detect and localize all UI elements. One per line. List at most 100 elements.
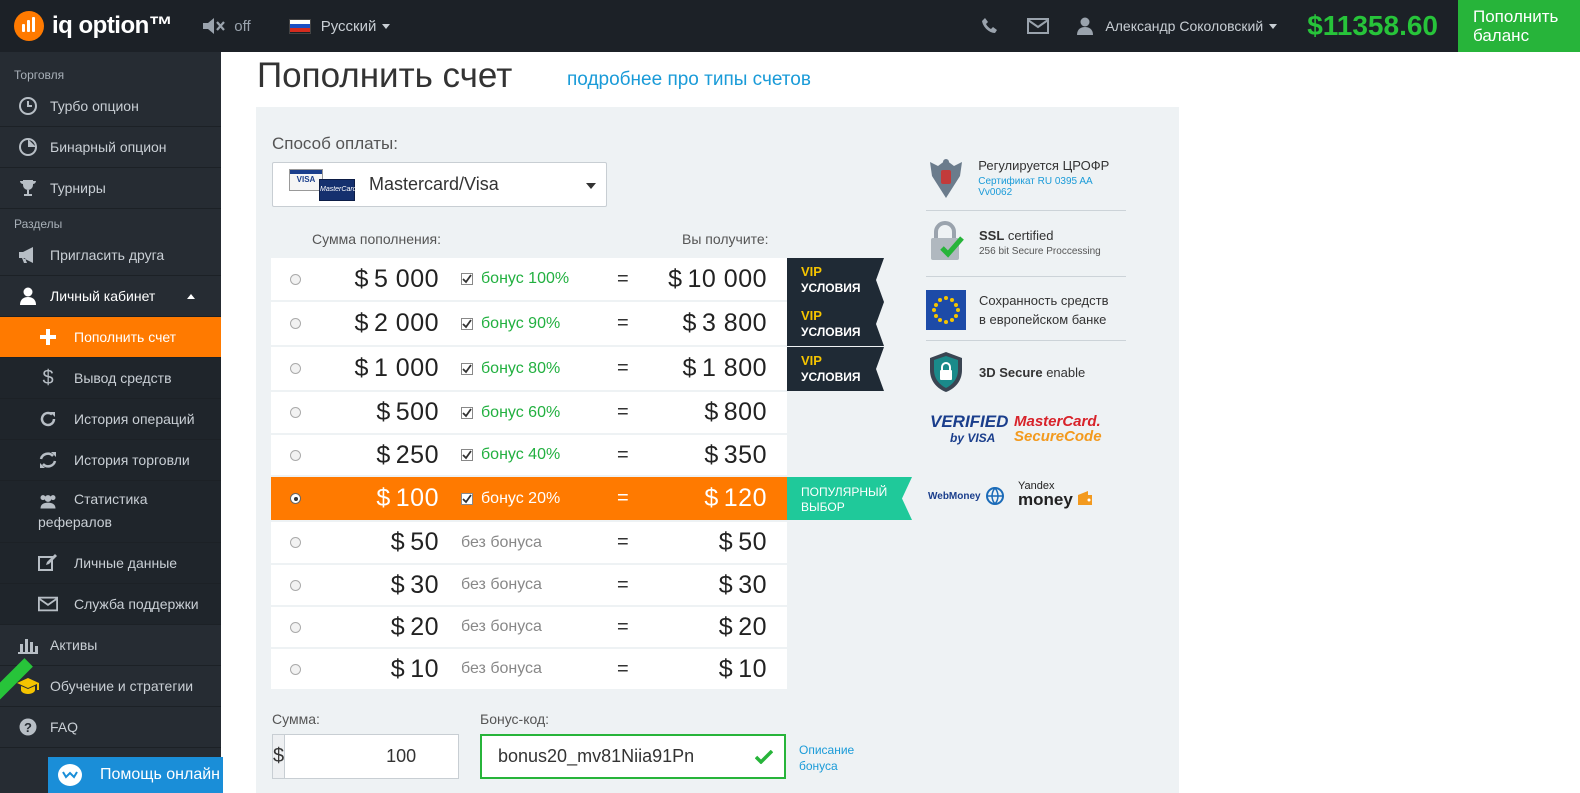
amount-radio[interactable] bbox=[290, 273, 301, 285]
phone-icon[interactable] bbox=[981, 17, 999, 35]
divider bbox=[926, 210, 1126, 211]
amount-radio[interactable] bbox=[290, 579, 301, 591]
language-selector[interactable]: Русский bbox=[288, 17, 391, 35]
amount-value: $5 000 bbox=[354, 264, 439, 293]
receive-value: $800 bbox=[704, 398, 767, 426]
amount-row[interactable]: $30 без бонуса = $30 bbox=[271, 565, 787, 605]
refresh-icon bbox=[38, 409, 58, 429]
sidebar-item-label: Турниры bbox=[50, 180, 106, 196]
payment-method-label: Способ оплаты: bbox=[272, 134, 398, 153]
bonus-checkbox[interactable] bbox=[461, 273, 473, 285]
ssl-title: SSL bbox=[979, 227, 1005, 243]
svg-text:ПОПУЛЯРНЫЙ: ПОПУЛЯРНЫЙ bbox=[801, 484, 887, 499]
language-label: Русский bbox=[320, 17, 377, 35]
amount-row-selected[interactable]: $100 бонус 20% = $120 ПОПУЛЯРНЫЙ ВЫБОР bbox=[271, 477, 912, 520]
amount-value: $10 bbox=[390, 654, 439, 683]
amount-row[interactable]: $500 бонус 60% = $800 bbox=[271, 392, 787, 433]
chevron-down-icon bbox=[586, 183, 596, 189]
amount-radio[interactable] bbox=[290, 537, 301, 548]
plus-icon bbox=[38, 327, 58, 347]
amount-radio[interactable] bbox=[290, 449, 301, 461]
sidebar-item-deposit[interactable]: Пополнить счет bbox=[0, 317, 221, 358]
bonus-label: бонус 40% bbox=[481, 446, 561, 463]
svg-text:VIP: VIP bbox=[801, 308, 822, 323]
sync-icon bbox=[38, 450, 58, 470]
chevron-down-icon bbox=[382, 23, 391, 29]
amount-value: $100 bbox=[376, 484, 439, 512]
3d-secure-title: 3D Secure bbox=[979, 364, 1043, 380]
wallet-icon bbox=[1077, 491, 1092, 505]
sidebar-item-label: Обучение и стратегии bbox=[50, 678, 194, 694]
sidebar-item-binary[interactable]: Бинарный опцион bbox=[0, 127, 221, 168]
vip-conditions-tag[interactable]: VIP УСЛОВИЯ bbox=[787, 347, 884, 391]
amount-value: $2 000 bbox=[354, 309, 439, 337]
amount-radio[interactable] bbox=[290, 318, 301, 329]
svg-text:VIP: VIP bbox=[801, 264, 822, 279]
top-bar: iq option™ off Русский Александр Соколов… bbox=[0, 0, 1580, 52]
sidebar-item-label: История торговли bbox=[74, 452, 190, 468]
ssl-badge: SSL certified 256 bit Secure Proccessing bbox=[926, 220, 1101, 264]
bonus-checkbox[interactable] bbox=[461, 449, 473, 461]
amount-radio[interactable] bbox=[290, 407, 301, 418]
regulation-org: ЦРОФР bbox=[1062, 158, 1110, 173]
help-online-button[interactable]: Помощь онлайн bbox=[48, 757, 223, 793]
amount-radio[interactable] bbox=[290, 621, 301, 633]
megaphone-icon bbox=[14, 245, 42, 265]
top-deposit-button[interactable]: Пополнить баланс bbox=[1458, 0, 1580, 52]
amount-row[interactable]: $2 000 бонус 90% = $3 800 VIP УСЛОВИЯ bbox=[271, 302, 884, 346]
bonus-checkbox[interactable] bbox=[461, 406, 473, 419]
bonus-label: бонус 90% bbox=[481, 314, 561, 332]
amount-row[interactable]: $5 000 бонус 100% = $10 000 VIP УСЛОВИЯ bbox=[271, 258, 884, 302]
bonus-label: без бонуса bbox=[461, 576, 542, 593]
question-icon: ? bbox=[14, 717, 42, 737]
sidebar-item-faq[interactable]: ? FAQ bbox=[0, 707, 221, 748]
amount-row[interactable]: $10 без бонуса = $10 bbox=[271, 649, 787, 689]
equals-sign: = bbox=[617, 487, 629, 509]
receive-value: $30 bbox=[718, 570, 767, 599]
sidebar-item-personal[interactable]: Личные данные bbox=[0, 543, 221, 584]
user-icon bbox=[14, 286, 42, 306]
amount-radio[interactable] bbox=[290, 493, 301, 504]
sidebar-item-tournaments[interactable]: Турниры bbox=[0, 168, 221, 209]
sidebar-item-education[interactable]: Обучение и стратегии bbox=[0, 658, 221, 707]
bonus-checkbox[interactable] bbox=[461, 492, 473, 505]
sidebar-item-label: Вывод средств bbox=[74, 370, 172, 386]
sidebar-item-turbo[interactable]: Турбо опцион bbox=[0, 86, 221, 127]
sidebar-item-withdraw[interactable]: $ Вывод средств bbox=[0, 358, 221, 399]
account-types-link[interactable]: подробнее про типы счетов bbox=[567, 69, 811, 91]
sidebar-item-support[interactable]: Служба поддержки bbox=[0, 584, 221, 625]
bonus-checkbox[interactable] bbox=[461, 317, 473, 330]
amount-radio[interactable] bbox=[290, 663, 301, 675]
user-menu[interactable]: Александр Соколовский bbox=[1077, 17, 1278, 35]
vip-conditions-tag[interactable]: VIP УСЛОВИЯ bbox=[787, 302, 884, 346]
amount-row[interactable]: $20 без бонуса = $20 bbox=[271, 607, 787, 647]
chevron-up-icon bbox=[187, 294, 195, 299]
regulation-certificate[interactable]: Сертификат RU 0395 AA Vv0062 bbox=[978, 176, 1126, 198]
vip-conditions-tag[interactable]: VIP УСЛОВИЯ bbox=[787, 258, 884, 302]
svg-text:?: ? bbox=[24, 720, 32, 735]
bonus-checkbox[interactable] bbox=[461, 362, 473, 375]
amount-row[interactable]: $250 бонус 40% = $350 bbox=[271, 435, 787, 475]
amount-radio[interactable] bbox=[290, 363, 301, 374]
payment-method-select[interactable]: VISA MasterCard Mastercard/Visa bbox=[272, 162, 607, 207]
logo[interactable]: iq option™ bbox=[14, 11, 173, 41]
sum-currency: $ bbox=[273, 735, 286, 778]
equals-sign: = bbox=[617, 312, 629, 334]
sidebar-item-history-trade[interactable]: История торговли bbox=[0, 440, 221, 481]
sound-toggle[interactable]: off bbox=[202, 17, 251, 35]
bonus-description-link[interactable]: Описание бонуса bbox=[799, 742, 869, 774]
sidebar-item-history-ops[interactable]: История операций bbox=[0, 399, 221, 440]
equals-sign: = bbox=[617, 657, 629, 680]
visa-card-icon: VISA bbox=[289, 168, 323, 191]
amount-row[interactable]: $50 без бонуса = $50 bbox=[271, 522, 787, 563]
payment-method-value: Mastercard/Visa bbox=[369, 174, 499, 194]
sidebar-item-invite[interactable]: Пригласить друга bbox=[0, 235, 221, 276]
amount-row[interactable]: $1 000 бонус 80% = $1 800 VIP УСЛОВИЯ bbox=[271, 347, 884, 391]
sidebar-item-referrals[interactable]: Статистика рефералов bbox=[0, 481, 221, 543]
sidebar-item-cabinet[interactable]: Личный кабинет bbox=[0, 276, 221, 317]
sidebar-item-label: Служба поддержки bbox=[74, 596, 199, 612]
sidebar-item-assets[interactable]: Активы bbox=[0, 625, 221, 666]
bonus-code-input[interactable] bbox=[482, 746, 744, 767]
divider bbox=[926, 276, 1126, 277]
mail-icon[interactable] bbox=[1027, 18, 1050, 34]
